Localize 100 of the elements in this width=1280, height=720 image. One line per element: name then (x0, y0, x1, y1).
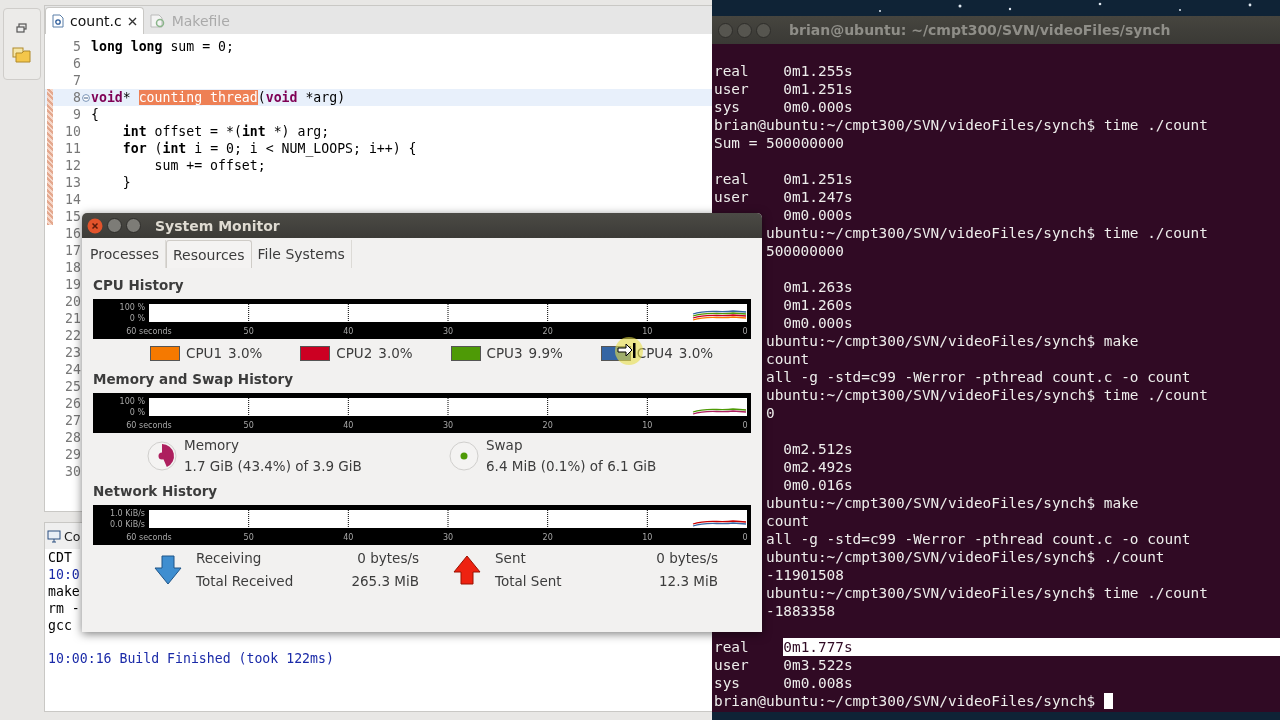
close-button[interactable] (718, 22, 733, 38)
memory-label: Swap (486, 437, 524, 453)
axis-label: 60 seconds (126, 421, 172, 430)
color-swatch[interactable] (150, 345, 180, 361)
cpu-reading: 3.0% (378, 345, 413, 361)
cpu-label: CPU1 (186, 345, 223, 361)
close-icon[interactable] (127, 16, 137, 26)
terminal-line: ubuntu:~/cmpt300/SVN/videoFiles/synch$ time ./count (765, 386, 1208, 404)
line-number: 28 (64, 429, 81, 446)
axis-label: 10 (642, 421, 653, 430)
line-number: 10 (64, 123, 81, 140)
restore-icon[interactable] (16, 23, 28, 33)
terminal-line: 0m2.492s (783, 458, 853, 476)
code-line: void* counting_thread(void *arg) (91, 89, 346, 106)
tab[interactable]: Resources (166, 240, 252, 268)
line-number: 12 (64, 157, 81, 174)
terminal-line: 0m0.000s (783, 314, 853, 332)
axis-label: 0 (742, 327, 748, 336)
cpu-label: CPU2 (336, 345, 373, 361)
terminal-line: 0 (765, 404, 775, 422)
console-line: gcc (47, 617, 72, 634)
terminal-line: sys 0m0.000s (714, 98, 853, 116)
terminal-line: brian@ubuntu:~/cmpt300/SVN/videoFiles/synch$ time ./count (714, 116, 1208, 134)
color-swatch[interactable] (300, 345, 331, 361)
terminal-line: ubuntu:~/cmpt300/SVN/videoFiles/synch$ make (765, 332, 1139, 350)
c-file-icon (52, 14, 64, 28)
folder-icon[interactable] (12, 47, 32, 63)
terminal-line: real 0m1.251s (714, 170, 853, 188)
terminal-line: count (765, 512, 810, 530)
terminal-line: Sum = 500000000 (714, 134, 844, 152)
terminal-line: ubuntu:~/cmpt300/SVN/videoFiles/synch$ ./count (765, 548, 1165, 566)
axis-label: 60 seconds (126, 327, 172, 336)
rate-value: 0 bytes/s (356, 550, 419, 566)
total-label: Total Received (196, 573, 295, 589)
memory-label: Memory (184, 437, 240, 453)
terminal-line: user 0m1.247s (714, 188, 853, 206)
console-tab[interactable]: Co (45, 523, 81, 549)
console-line: 10:0 (47, 566, 80, 583)
axis-label: 100 % (119, 397, 145, 406)
terminal-line: 0m1.263s (783, 278, 853, 296)
terminal-prompt: brian@ubuntu:~/cmpt300/SVN/videoFiles/synch$ (714, 692, 1097, 710)
collapse-icon[interactable] (82, 93, 90, 102)
close-button[interactable] (87, 217, 103, 234)
axis-label: 30 (442, 421, 454, 430)
terminal-line: real 0m1.255s (714, 62, 853, 80)
terminal-line: 0m0.000s (783, 206, 853, 224)
line-number: 6 (72, 55, 81, 72)
terminal-line: 0m0.016s (783, 476, 853, 494)
axis-label: 10 (642, 533, 653, 542)
terminal-line: count (765, 350, 810, 368)
down-arrow-icon (153, 553, 183, 586)
cpu-reading: 9.9% (528, 345, 563, 361)
terminal-line: real (714, 638, 750, 656)
terminal-line: all -g -std=c99 -Werror -pthread count.c -o count (765, 368, 1191, 386)
terminal-line: all -g -std=c99 -Werror -pthread count.c -o count (765, 530, 1191, 548)
rate-label: Sent (495, 550, 527, 566)
axis-label: 20 (542, 533, 553, 542)
maximize-button[interactable] (126, 218, 141, 233)
code-line: sum += offset; (153, 157, 266, 174)
axis-label: 0.0 KiB/s (109, 520, 145, 529)
total-value: 12.3 MiB (658, 573, 718, 589)
history-lines-drawing (692, 310, 747, 321)
terminal-line: -1883358 (765, 602, 836, 620)
axis-label: 10 (642, 327, 653, 336)
axis-label: 0 (742, 533, 748, 542)
line-number: 26 (64, 395, 81, 412)
up-arrow-icon (452, 553, 482, 586)
line-number: 14 (64, 191, 81, 208)
file-tab[interactable]: count.c (45, 7, 144, 34)
rate-label: Receiving (196, 550, 263, 566)
section-heading: CPU History (93, 277, 185, 294)
console-line: 10:00:16 Build Finished (took 122ms) (47, 650, 334, 667)
line-number: 27 (64, 412, 81, 429)
pie-chart-icon[interactable] (147, 440, 177, 471)
tab[interactable]: File Systems (251, 240, 352, 268)
axis-label: 20 (542, 421, 553, 430)
terminal-line: ubuntu:~/cmpt300/SVN/videoFiles/synch$ make (765, 494, 1139, 512)
minimize-button[interactable] (737, 22, 752, 38)
terminal-line: ubuntu:~/cmpt300/SVN/videoFiles/synch$ time ./count (765, 224, 1208, 242)
line-number: 16 (64, 225, 81, 242)
line-number: 15 (64, 208, 81, 225)
terminal-line: user 0m1.251s (714, 80, 853, 98)
maximize-button[interactable] (756, 22, 771, 38)
color-swatch[interactable] (450, 345, 481, 361)
line-number: 7 (72, 72, 81, 89)
line-number: 29 (64, 446, 81, 463)
axis-label: 50 (243, 327, 254, 336)
console-line: make (47, 583, 80, 600)
terminal-line: sys 0m0.008s (714, 674, 853, 692)
pie-chart-icon[interactable] (449, 440, 479, 471)
line-number: 18 (64, 259, 81, 276)
minimize-button[interactable] (107, 218, 122, 233)
line-number: 5 (72, 38, 81, 55)
axis-label: 30 (442, 327, 454, 336)
axis-label: 0 (742, 421, 748, 430)
line-number: 22 (64, 327, 81, 344)
line-number: 9 (72, 106, 81, 123)
cpu-reading: 3.0% (228, 345, 263, 361)
axis-label: 20 (542, 327, 553, 336)
line-number: 8 (72, 89, 81, 106)
